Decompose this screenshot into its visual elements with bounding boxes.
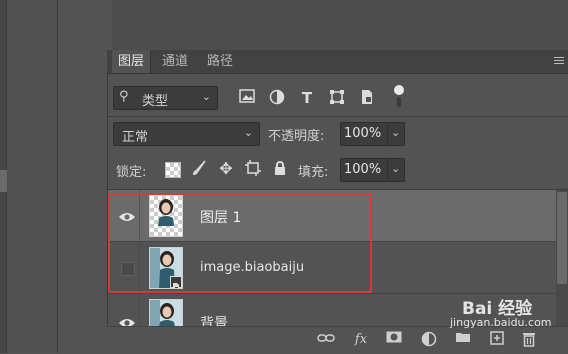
lock-all-icon[interactable] (271, 160, 289, 178)
adjustment-filter-icon[interactable] (268, 89, 286, 107)
chevron-down-icon[interactable]: ⌄ (391, 162, 400, 175)
filter-kind-select[interactable]: ⚲ 类型 ⌄ (113, 86, 218, 110)
divider (108, 116, 568, 117)
delete-layer-trash-icon[interactable] (520, 331, 538, 349)
add-mask-icon[interactable] (385, 331, 403, 349)
scrollbar-thumb[interactable] (557, 192, 567, 284)
layer-thumbnail (149, 299, 183, 326)
fill-value: 100% (344, 162, 382, 177)
workspace-column (7, 0, 57, 353)
eye-icon[interactable] (118, 314, 138, 327)
workspace-divider-2 (57, 0, 58, 353)
type-filter-icon[interactable]: T (298, 89, 316, 107)
tab-layers[interactable]: 图层 (112, 50, 151, 73)
field-divider (387, 123, 388, 145)
lock-position-icon[interactable]: ✥ (217, 160, 235, 178)
link-layers-icon[interactable] (317, 331, 335, 349)
shape-filter-icon[interactable] (328, 89, 346, 107)
field-divider (387, 159, 388, 181)
chevron-down-icon[interactable]: ⌄ (391, 126, 400, 139)
fill-field[interactable]: 100% ⌄ (340, 158, 405, 182)
blend-mode-value: 正常 (122, 130, 149, 145)
watermark-url: jingyan.baidu.com (450, 316, 552, 329)
opacity-value: 100% (344, 126, 382, 141)
lock-artboard-icon[interactable] (244, 160, 262, 178)
baidu-jingyan-watermark: Bai 经验 jingyan.baidu.com (450, 294, 568, 332)
filter-toggle-icon[interactable] (394, 85, 404, 109)
chevron-down-icon: ⌄ (201, 90, 211, 103)
tab-paths[interactable]: 路径 (200, 50, 240, 73)
tab-channels[interactable]: 通道 (156, 50, 194, 73)
new-layer-icon[interactable] (488, 331, 506, 349)
search-icon: ⚲ (119, 89, 129, 104)
opacity-label: 不透明度: (268, 129, 325, 144)
lock-label: 锁定: (116, 165, 147, 180)
fill-label: 填充: (298, 165, 329, 180)
lock-image-pixels-icon[interactable] (190, 160, 208, 178)
adjustment-layer-icon[interactable] (420, 331, 438, 349)
opacity-field[interactable]: 100% ⌄ (340, 122, 405, 146)
fx-effects-icon[interactable]: fx (352, 331, 370, 349)
smart-object-filter-icon[interactable] (358, 89, 376, 107)
workspace-handle[interactable] (0, 170, 7, 192)
filter-kind-label: 类型 (142, 94, 169, 109)
panel-menu-icon[interactable] (554, 57, 564, 65)
lock-transparent-pixels-icon[interactable] (165, 162, 181, 178)
blend-mode-select[interactable]: 正常 ⌄ (113, 122, 260, 146)
chevron-down-icon: ⌄ (243, 126, 253, 139)
image-filter-icon[interactable] (238, 89, 256, 107)
column-divider (139, 294, 140, 326)
annotation-highlight-box (108, 193, 372, 293)
upper-panel-area (112, 0, 568, 50)
new-group-folder-icon[interactable] (454, 331, 472, 349)
